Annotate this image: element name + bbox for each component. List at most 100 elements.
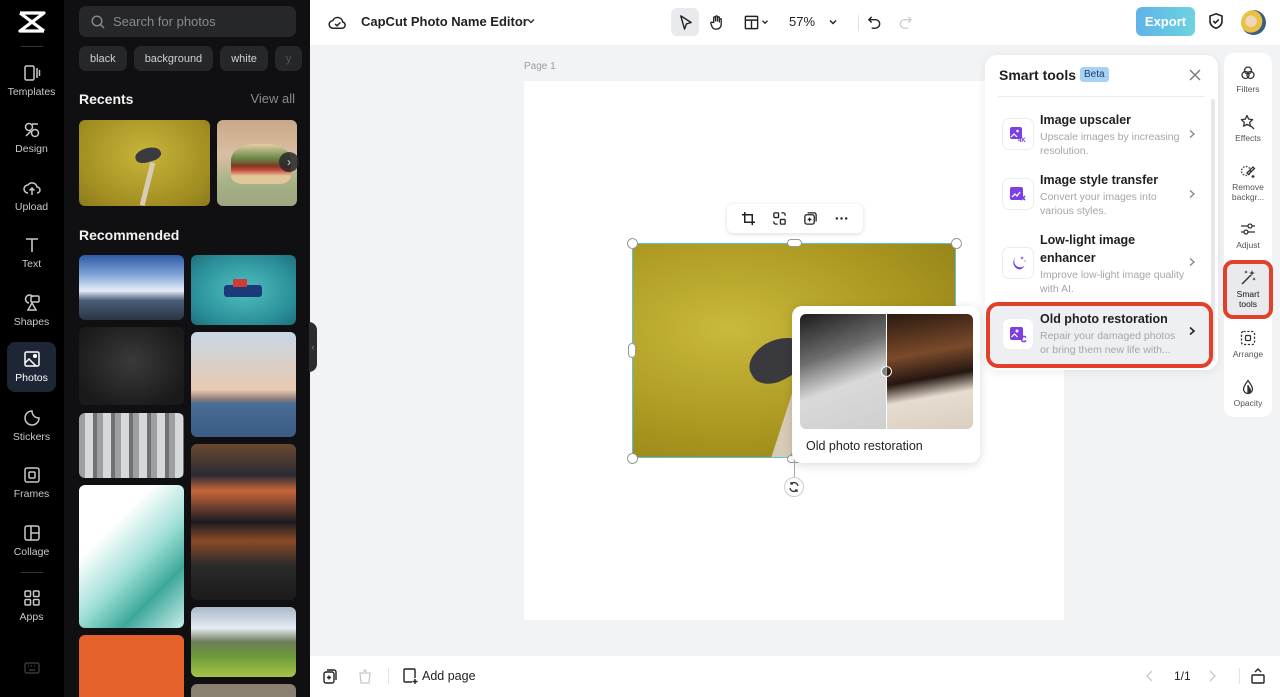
rrail-filters[interactable]: Filters [1224,65,1272,94]
rrail-opacity[interactable]: Opacity [1224,379,1272,408]
tool-name: Old photo restoration [1040,312,1168,326]
divider [1239,668,1240,684]
redo-button[interactable] [894,8,916,36]
chip-white[interactable]: white [220,46,268,71]
chevron-down-icon[interactable] [525,15,537,27]
bottom-bar: Add page 1/1 [310,656,1280,697]
duplicate-button[interactable] [803,211,819,227]
photo-thumb-city-skyline[interactable] [79,255,184,320]
select-tool-button[interactable] [671,8,699,36]
rail-item-design[interactable]: Design [7,113,56,163]
tool-description: Repair your damaged photos or bring them… [1040,330,1176,356]
rail-item-collage[interactable]: Collage [7,516,56,566]
rrail-adjust[interactable]: Adjust [1224,221,1272,250]
rail-label: Text [21,258,42,270]
delete-page-icon[interactable] [357,668,373,684]
rail-item-shapes[interactable]: Shapes [7,286,56,336]
photo-thumb-stone-pillars[interactable] [79,413,184,478]
rail-item-templates[interactable]: Templates [7,56,56,106]
tool-name: Image style transfer [1040,173,1159,187]
tool-low-light-enhancer[interactable]: Low-light image enhancer Improve low-lig… [990,227,1209,299]
chevron-right-icon [1189,189,1196,199]
zoom-chevron-down-icon[interactable] [827,16,839,28]
resize-handle-top-left[interactable] [627,238,638,249]
tool-image-upscaler[interactable]: 4K Image upscaler Upscale images by incr… [990,107,1209,162]
rrail-smart-tools[interactable]: Smart tools [1223,260,1273,319]
rrail-effects[interactable]: Effects [1224,114,1272,143]
scrollbar[interactable] [1211,99,1215,361]
divider [858,15,859,31]
photo-thumb-orange[interactable] [79,635,184,697]
capcut-logo-icon[interactable] [17,10,47,34]
smart-tools-panel: Smart tools Beta 4K Image upscaler Upsca… [985,55,1218,370]
photo-thumb-green-hills[interactable] [191,607,296,677]
project-title[interactable]: CapCut Photo Name Editor [361,14,528,29]
photo-thumb-boat[interactable] [191,255,296,325]
photos-icon [23,351,40,367]
undo-button[interactable] [863,8,885,36]
rrail-remove-background[interactable]: Remove backgr... [1224,163,1272,202]
rail-label: Collage [13,546,50,558]
cloud-sync-icon[interactable] [328,13,347,32]
rrail-arrange[interactable]: Arrange [1224,330,1272,359]
rail-label: Design [15,143,48,155]
prev-page-icon[interactable] [1142,668,1158,684]
photo-thumb-dark-texture[interactable] [79,327,184,405]
rail-item-photos[interactable]: Photos [7,342,56,392]
more-options-button[interactable] [834,211,850,227]
chevron-right-icon [1189,129,1196,139]
duplicate-page-icon[interactable] [322,668,338,684]
keyboard-shortcuts-icon[interactable] [24,662,40,674]
collapse-panel-button[interactable]: ‹ [309,322,317,372]
crop-icon [741,211,756,226]
view-all-link[interactable]: View all [250,91,295,106]
undo-icon [867,15,880,29]
chip-black[interactable]: black [79,46,127,71]
chip-partial[interactable]: y [274,46,303,71]
hand-tool-button[interactable] [703,8,729,36]
duplicate-icon [804,212,817,225]
search-input[interactable]: Search for photos [79,6,296,37]
rotate-handle[interactable] [784,477,804,497]
resize-handle-left[interactable] [628,343,636,358]
layout-menu-button[interactable] [738,8,774,36]
add-page-icon[interactable] [402,668,418,684]
resize-handle-top[interactable] [787,239,802,247]
next-page-icon[interactable] [1204,668,1220,684]
zoom-level[interactable]: 57% [789,14,815,29]
upload-icon [22,182,41,195]
rrail-label: Opacity [1233,398,1263,408]
chip-background[interactable]: background [133,46,214,71]
divider [21,46,43,47]
close-icon[interactable] [1188,68,1202,82]
photo-thumb-ramen-meal[interactable] [191,444,296,600]
photo-thumb-food-bowl[interactable] [191,684,296,697]
shield-check-icon[interactable] [1207,12,1225,30]
opacity-drop-icon [1242,379,1254,395]
export-button[interactable]: Export [1136,7,1195,36]
collapse-pages-icon[interactable] [1250,668,1266,684]
resize-handle-bottom-left[interactable] [627,453,638,464]
rrail-label: Arrange [1232,349,1264,359]
left-nav-rail: Templates Design Upload Text Shapes Phot… [0,0,64,697]
rail-item-text[interactable]: Text [7,228,56,278]
avatar[interactable] [1241,10,1266,35]
replace-button[interactable] [772,211,788,227]
rrail-label: Filters [1236,84,1260,94]
tool-image-style-transfer[interactable]: Image style transfer Convert your images… [990,167,1209,222]
effects-star-icon [1240,114,1255,130]
rail-item-stickers[interactable]: Stickers [7,401,56,451]
rail-item-upload[interactable]: Upload [7,171,56,221]
rail-item-frames[interactable]: Frames [7,458,56,508]
photo-thumb-teal-wave[interactable] [79,485,184,628]
photo-thumb-pigeon[interactable] [79,120,210,206]
page-indicator: 1/1 [1174,669,1191,683]
add-page-button[interactable]: Add page [422,669,476,683]
crop-button[interactable] [741,211,757,227]
resize-handle-top-right[interactable] [951,238,962,249]
rail-item-apps[interactable]: Apps [7,581,56,631]
tool-old-photo-restoration[interactable]: Old photo restoration Repair your damage… [986,302,1213,368]
page-label: Page 1 [524,61,556,72]
photo-thumb-ny-skyline[interactable] [191,332,296,437]
recents-next-button[interactable]: › [279,152,299,172]
